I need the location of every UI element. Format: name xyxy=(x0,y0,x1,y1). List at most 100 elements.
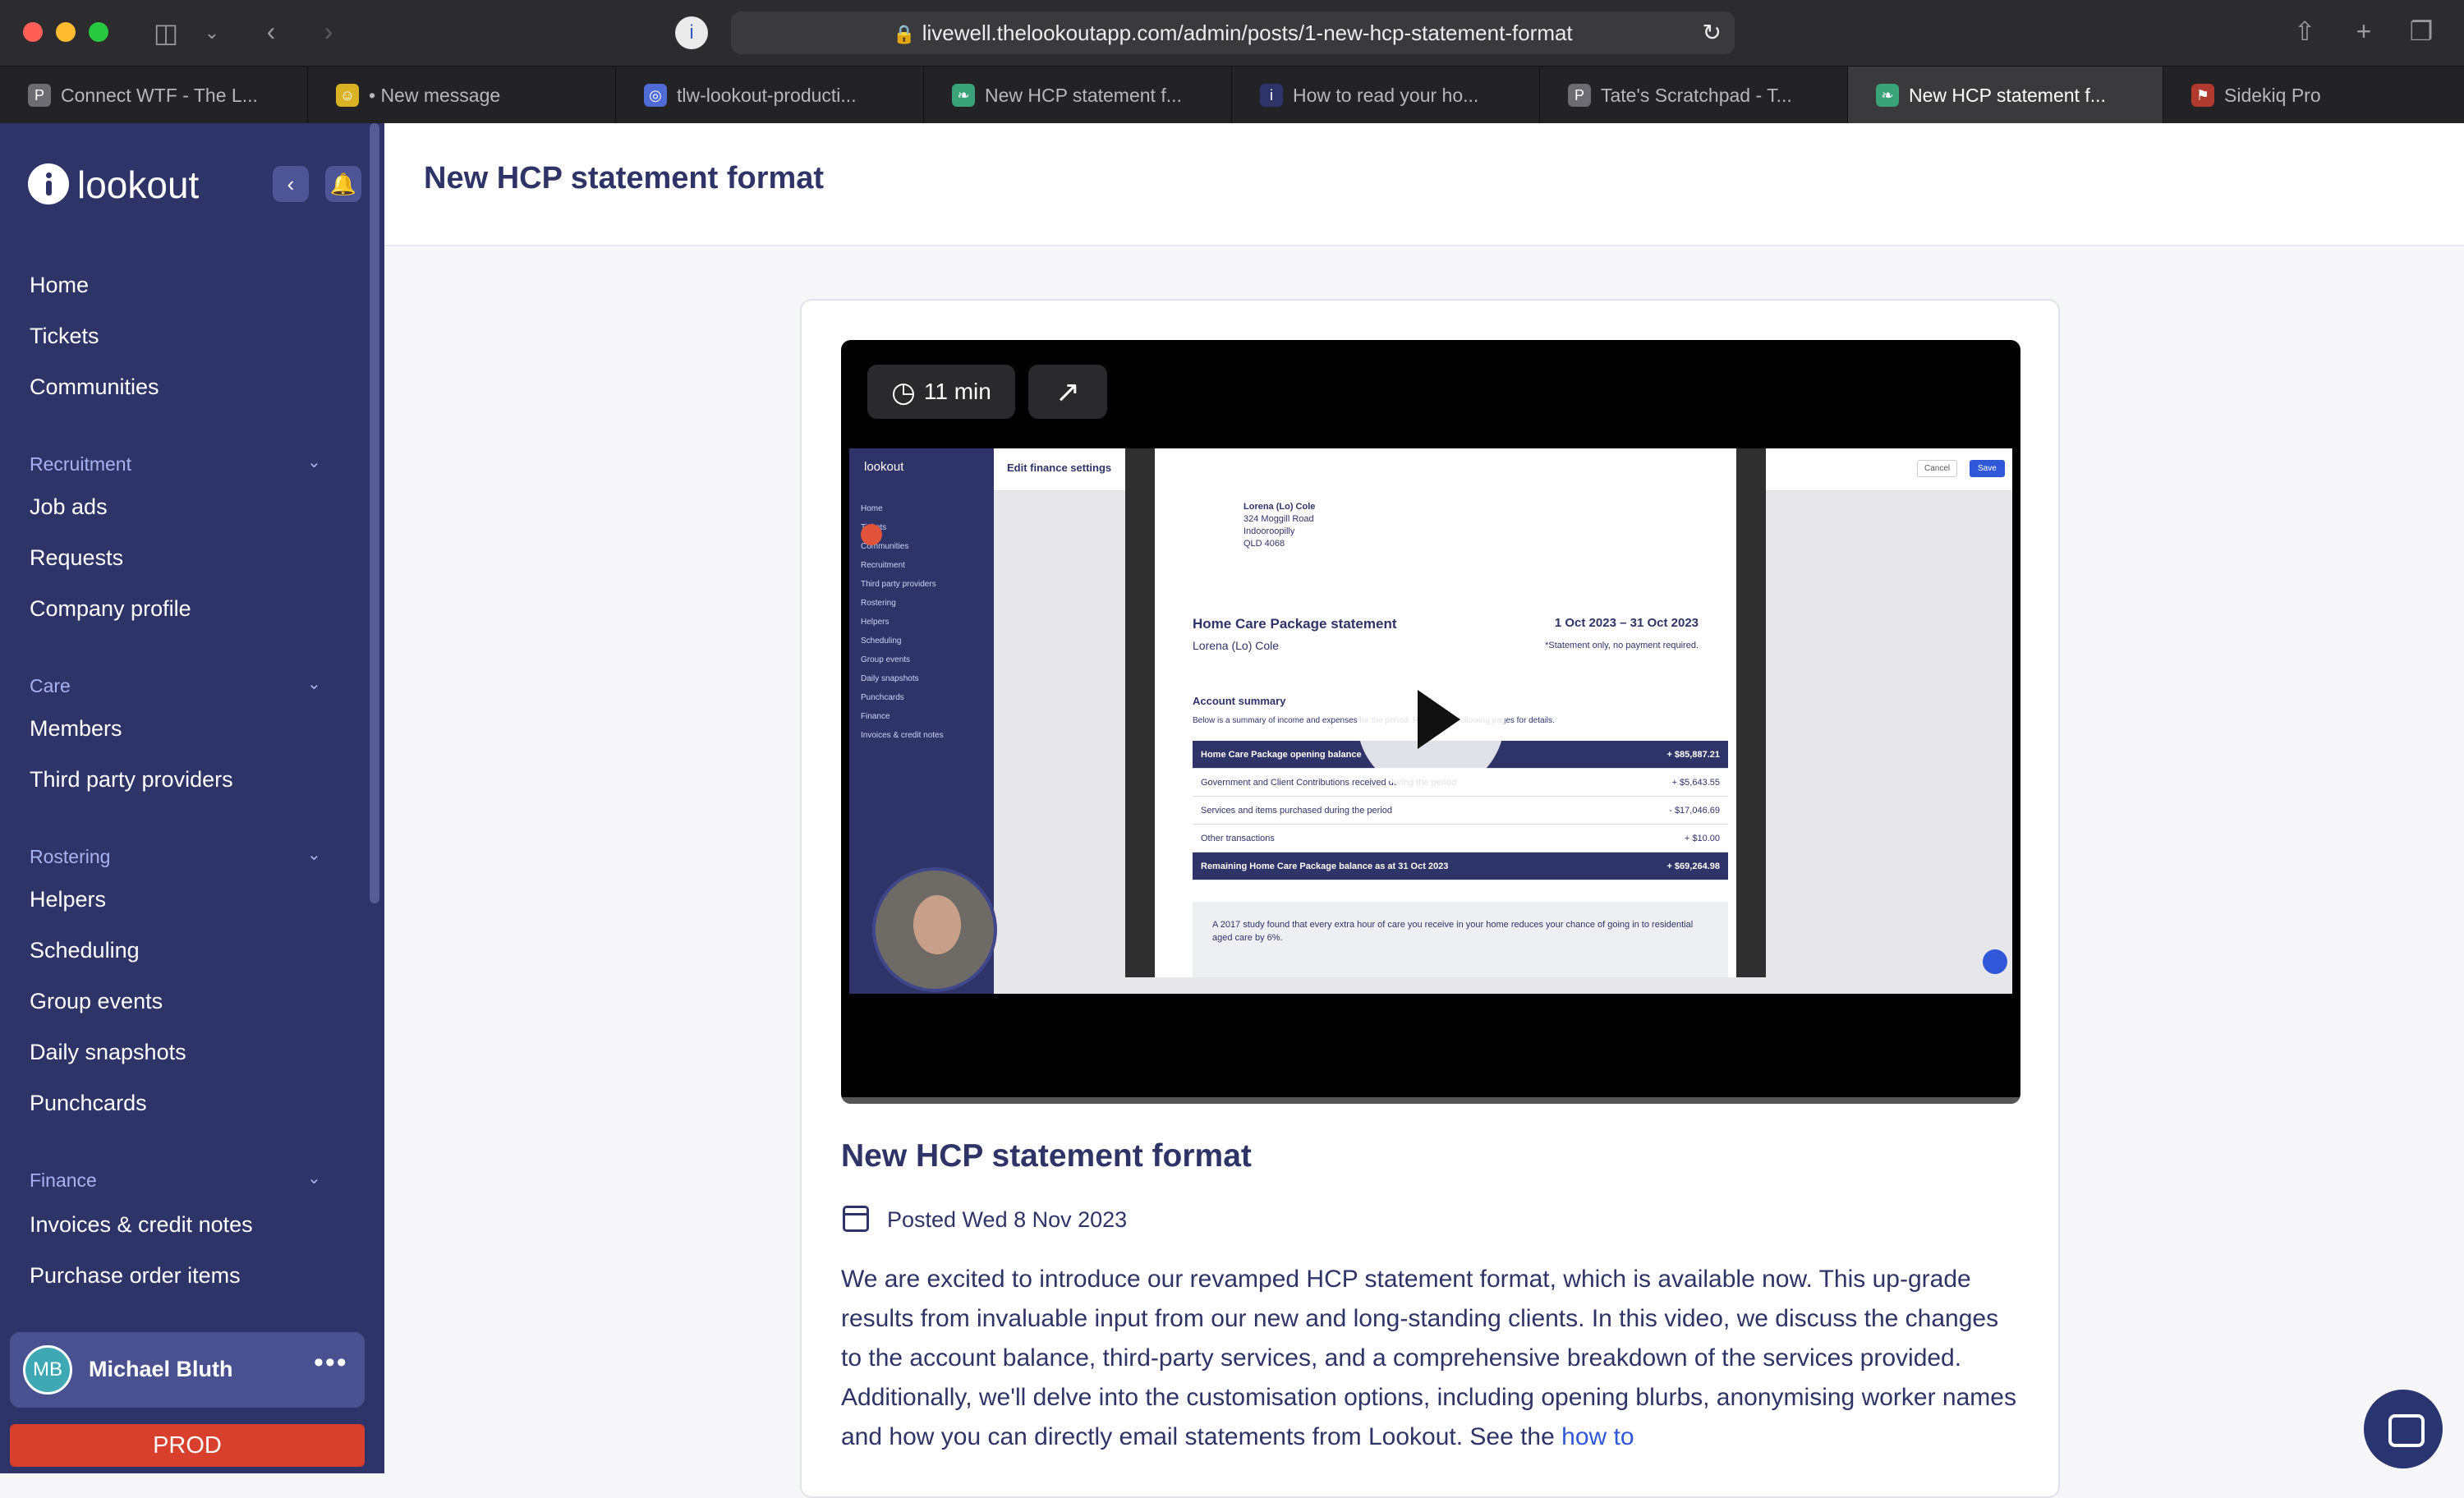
clock-icon: ◷ xyxy=(891,377,916,408)
chevron-down-icon[interactable]: ⌄ xyxy=(307,1168,321,1188)
browser-titlebar: ◫ ⌄ ‹ › i 🔒 livewell.thelookoutapp.com/ad… xyxy=(0,0,2464,66)
sidebar-item-tickets[interactable]: Tickets xyxy=(30,324,99,349)
page-header: New HCP statement format xyxy=(384,123,2464,246)
page-title: New HCP statement format xyxy=(424,161,825,195)
tab-2[interactable]: ☺ • New message xyxy=(308,67,616,124)
lock-icon: 🔒 xyxy=(893,24,916,44)
support-chat-button[interactable] xyxy=(2364,1390,2443,1468)
sidebar-item-third-party-providers[interactable]: Third party providers xyxy=(30,767,233,793)
tab-overview-icon[interactable]: ❐ xyxy=(2405,15,2438,48)
frame-sidebar-item: Recruitment xyxy=(861,561,905,570)
statement-period: 1 Oct 2023 – 31 Oct 2023 xyxy=(1554,616,1699,630)
tab-bar: P Connect WTF - The L... ☺ • New message ◎… xyxy=(0,66,2464,124)
sidebar-item-purchase-order-items[interactable]: Purchase order items xyxy=(30,1263,241,1289)
post-body-text: We are excited to introduce our revamped… xyxy=(841,1266,2016,1450)
summary-row-label: Remaining Home Care Package balance as a… xyxy=(1201,862,1449,871)
sidebar-section-recruitment[interactable]: Recruitment xyxy=(30,453,131,476)
frame-sidebar-item: Invoices & credit notes xyxy=(861,731,944,740)
frame-sidebar-item: Home xyxy=(861,504,883,513)
tab-8[interactable]: ⚑ Sidekiq Pro xyxy=(2163,67,2464,124)
user-name: Michael Bluth xyxy=(89,1357,233,1381)
frame-brand: lookout xyxy=(864,460,904,474)
avatar: MB xyxy=(23,1345,72,1395)
back-icon[interactable]: ‹ xyxy=(255,15,287,48)
address-line: 324 Moggill Road xyxy=(1243,514,1314,524)
forward-icon[interactable]: › xyxy=(312,15,345,48)
summary-row-label: Other transactions xyxy=(1201,834,1275,843)
sidebar-item-daily-snapshots[interactable]: Daily snapshots xyxy=(30,1040,186,1065)
tab-1[interactable]: P Connect WTF - The L... xyxy=(0,67,308,124)
chevron-down-icon[interactable]: ⌄ xyxy=(307,673,321,694)
record-icon xyxy=(861,524,882,545)
tab-6[interactable]: P Tate's Scratchpad - T... xyxy=(1540,67,1848,124)
lookout-logo-icon xyxy=(28,163,69,204)
external-link-icon: ↗ xyxy=(1055,374,1081,408)
sidebar-scrollbar[interactable] xyxy=(370,123,379,903)
tab-label: Tate's Scratchpad - T... xyxy=(1601,85,1792,106)
sidebar-toggle-icon[interactable]: ◫ xyxy=(148,16,184,49)
tab-label: How to read your ho... xyxy=(1293,85,1479,106)
chevron-down-icon[interactable]: ⌄ xyxy=(200,16,223,49)
sidebar-item-punchcards[interactable]: Punchcards xyxy=(30,1091,147,1116)
frame-sidebar-item: Group events xyxy=(861,655,911,664)
chat-icon xyxy=(1983,949,2007,974)
tab-label: tlw-lookout-producti... xyxy=(677,85,857,106)
summary-row-label: Services and items purchased during the … xyxy=(1201,806,1392,816)
password-manager-icon[interactable]: i xyxy=(675,16,708,49)
sidebar-item-company-profile[interactable]: Company profile xyxy=(30,596,191,622)
chevron-down-icon[interactable]: ⌄ xyxy=(307,844,321,865)
open-external-button[interactable]: ↗ xyxy=(1028,365,1107,419)
sidebar-section-rostering[interactable]: Rostering xyxy=(30,846,110,868)
collapse-sidebar-button[interactable]: ‹ xyxy=(273,166,309,202)
sidebar-item-job-ads[interactable]: Job ads xyxy=(30,494,108,520)
reload-icon[interactable]: ↻ xyxy=(1703,11,1722,54)
duration-badge: ◷ 11 min xyxy=(867,365,1015,419)
sidebar-item-invoices-credit-notes[interactable]: Invoices & credit notes xyxy=(30,1212,253,1238)
statement-note: *Statement only, no payment required. xyxy=(1545,641,1699,650)
play-button[interactable] xyxy=(1357,646,1505,793)
notifications-button[interactable]: 🔔 xyxy=(325,166,361,202)
frame-sidebar-item: Third party providers xyxy=(861,580,936,589)
sidebar-item-group-events[interactable]: Group events xyxy=(30,989,163,1014)
tab-favicon-icon: ☺ xyxy=(336,83,359,107)
posted-date: Posted Wed 8 Nov 2023 xyxy=(887,1207,1128,1232)
tab-3[interactable]: ◎ tlw-lookout-producti... xyxy=(616,67,924,124)
minimize-window-button[interactable] xyxy=(56,22,76,42)
tab-favicon-icon: i xyxy=(1260,83,1283,107)
tab-4[interactable]: ❧ New HCP statement f... xyxy=(924,67,1232,124)
tab-5[interactable]: i How to read your ho... xyxy=(1232,67,1540,124)
new-tab-icon[interactable]: + xyxy=(2347,15,2380,48)
bell-icon: 🔔 xyxy=(329,172,357,196)
sidebar-section-care[interactable]: Care xyxy=(30,675,71,697)
more-options-icon[interactable]: ••• xyxy=(314,1347,348,1379)
presenter-webcam xyxy=(872,867,997,992)
user-card[interactable]: MB Michael Bluth ••• xyxy=(10,1332,365,1408)
tab-favicon-icon: ❧ xyxy=(952,83,975,107)
address-line: Indooroopilly xyxy=(1243,526,1295,536)
address-bar[interactable]: 🔒 livewell.thelookoutapp.com/admin/posts/… xyxy=(731,11,1735,54)
tab-label: New HCP statement f... xyxy=(1909,85,2106,106)
tab-label: • New message xyxy=(369,85,501,106)
frame-sidebar-item: Finance xyxy=(861,712,890,721)
statement-quote: A 2017 study found that every extra hour… xyxy=(1212,920,1694,943)
sidebar-item-members[interactable]: Members xyxy=(30,716,122,742)
sidebar-item-helpers[interactable]: Helpers xyxy=(30,887,106,912)
tab-favicon-icon: P xyxy=(28,83,51,107)
statement-quote-box: A 2017 study found that every extra hour… xyxy=(1193,902,1728,977)
sidebar-item-requests[interactable]: Requests xyxy=(30,545,123,571)
share-icon[interactable]: ⇧ xyxy=(2288,15,2321,48)
summary-row: Other transactions + $10.00 xyxy=(1193,825,1728,852)
tab-7-active[interactable]: ❧ New HCP statement f... xyxy=(1848,67,2163,124)
chevron-down-icon[interactable]: ⌄ xyxy=(307,452,321,472)
video-progress-bar[interactable] xyxy=(841,1097,2020,1104)
how-to-link[interactable]: how to xyxy=(1561,1423,1634,1450)
sidebar-item-home[interactable]: Home xyxy=(30,273,89,298)
sidebar-item-scheduling[interactable]: Scheduling xyxy=(30,938,140,963)
video-player[interactable]: ◷11 min ↗ lookout HomeTicketsCommunities… xyxy=(841,340,2020,1104)
frame-save-button: Save xyxy=(1970,460,2005,477)
zoom-window-button[interactable] xyxy=(89,22,108,42)
sidebar-item-communities[interactable]: Communities xyxy=(30,374,159,400)
sidebar-section-finance[interactable]: Finance xyxy=(30,1169,97,1192)
lookout-logo[interactable]: lookout xyxy=(28,163,199,207)
close-window-button[interactable] xyxy=(23,22,43,42)
